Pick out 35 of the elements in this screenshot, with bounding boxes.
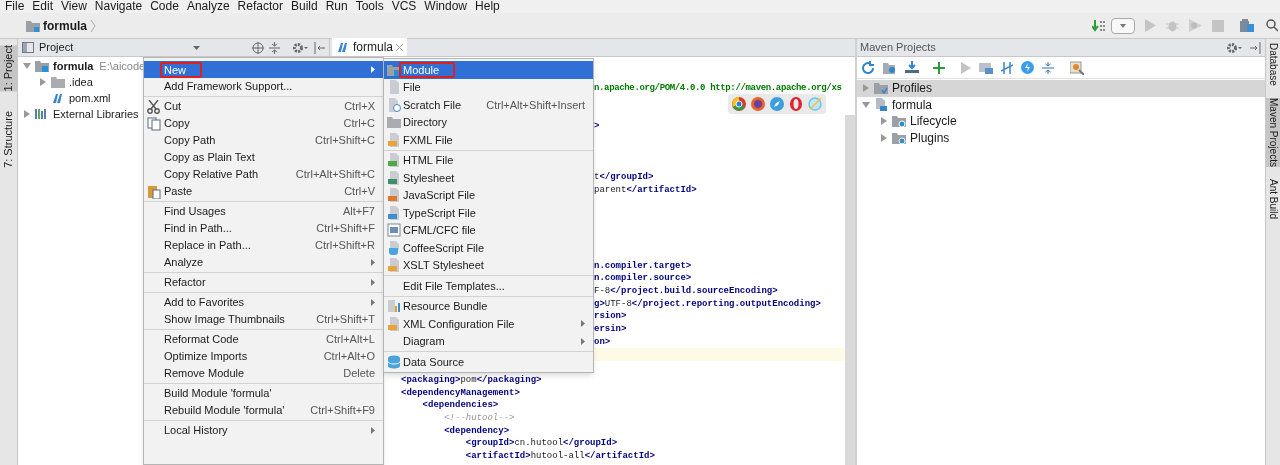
code-line: <dependencyManagement> (401, 386, 520, 400)
code-line: <groupId>cn.hutool</groupId> (464, 437, 618, 450)
shortcut-label: Ctrl+Shift+R (315, 238, 375, 254)
shortcut-label: Ctrl+V (344, 184, 375, 200)
code-line: on> (594, 335, 611, 349)
code-line: parent</artifactId> (594, 183, 697, 197)
code-line: > (594, 120, 600, 133)
shortcut-label: Delete (343, 366, 375, 382)
shortcut-label: Ctrl+Shift+F9 (310, 403, 375, 419)
shortcut-label: Ctrl+Alt+O (323, 349, 375, 365)
code-line: n.compiler.source> (594, 272, 692, 285)
code-line: n.compiler.target> (594, 259, 692, 273)
shortcut-label: Ctrl+Alt+Shift+C (295, 167, 375, 183)
code-line: ersin> (594, 323, 627, 336)
shortcut-label: Alt+F7 (342, 204, 375, 220)
code-line: F-8</project.build.sourceEncoding> (594, 285, 778, 298)
code-line: t</groupId> (594, 170, 654, 184)
code-line: <packaging>pom</packaging> (401, 373, 542, 387)
shortcut-label: Ctrl+Shift+C (315, 133, 375, 149)
shortcut-label: Ctrl+X (344, 99, 375, 115)
code-line: <dependencies> (421, 399, 499, 412)
panel-title: Maven Projects (860, 40, 936, 56)
code-line: <artifactId>hutool-all</artifactId> (464, 449, 655, 463)
panel-title: Project (39, 40, 74, 56)
shortcut-label: Ctrl+Alt+Shift+Insert (486, 97, 585, 113)
shortcut-label: Ctrl+C (343, 116, 375, 132)
code-line: n.apache.org/POM/4.0.0 http://maven.apache.org/xs (594, 82, 842, 95)
code-line: g>UTF-8</project.reporting.outputEncoding> (594, 297, 821, 311)
code-line: rsion> (594, 310, 627, 324)
code-line: <!--hutool--> (443, 411, 515, 425)
shortcut-label: Ctrl+Shift+F (316, 221, 375, 237)
shortcut-label: Ctrl+Shift+T (316, 312, 375, 328)
code-line: <dependency> (443, 424, 510, 438)
shortcut-label: Ctrl+Alt+L (326, 332, 375, 348)
project-path: E:\aicode (99, 58, 146, 74)
